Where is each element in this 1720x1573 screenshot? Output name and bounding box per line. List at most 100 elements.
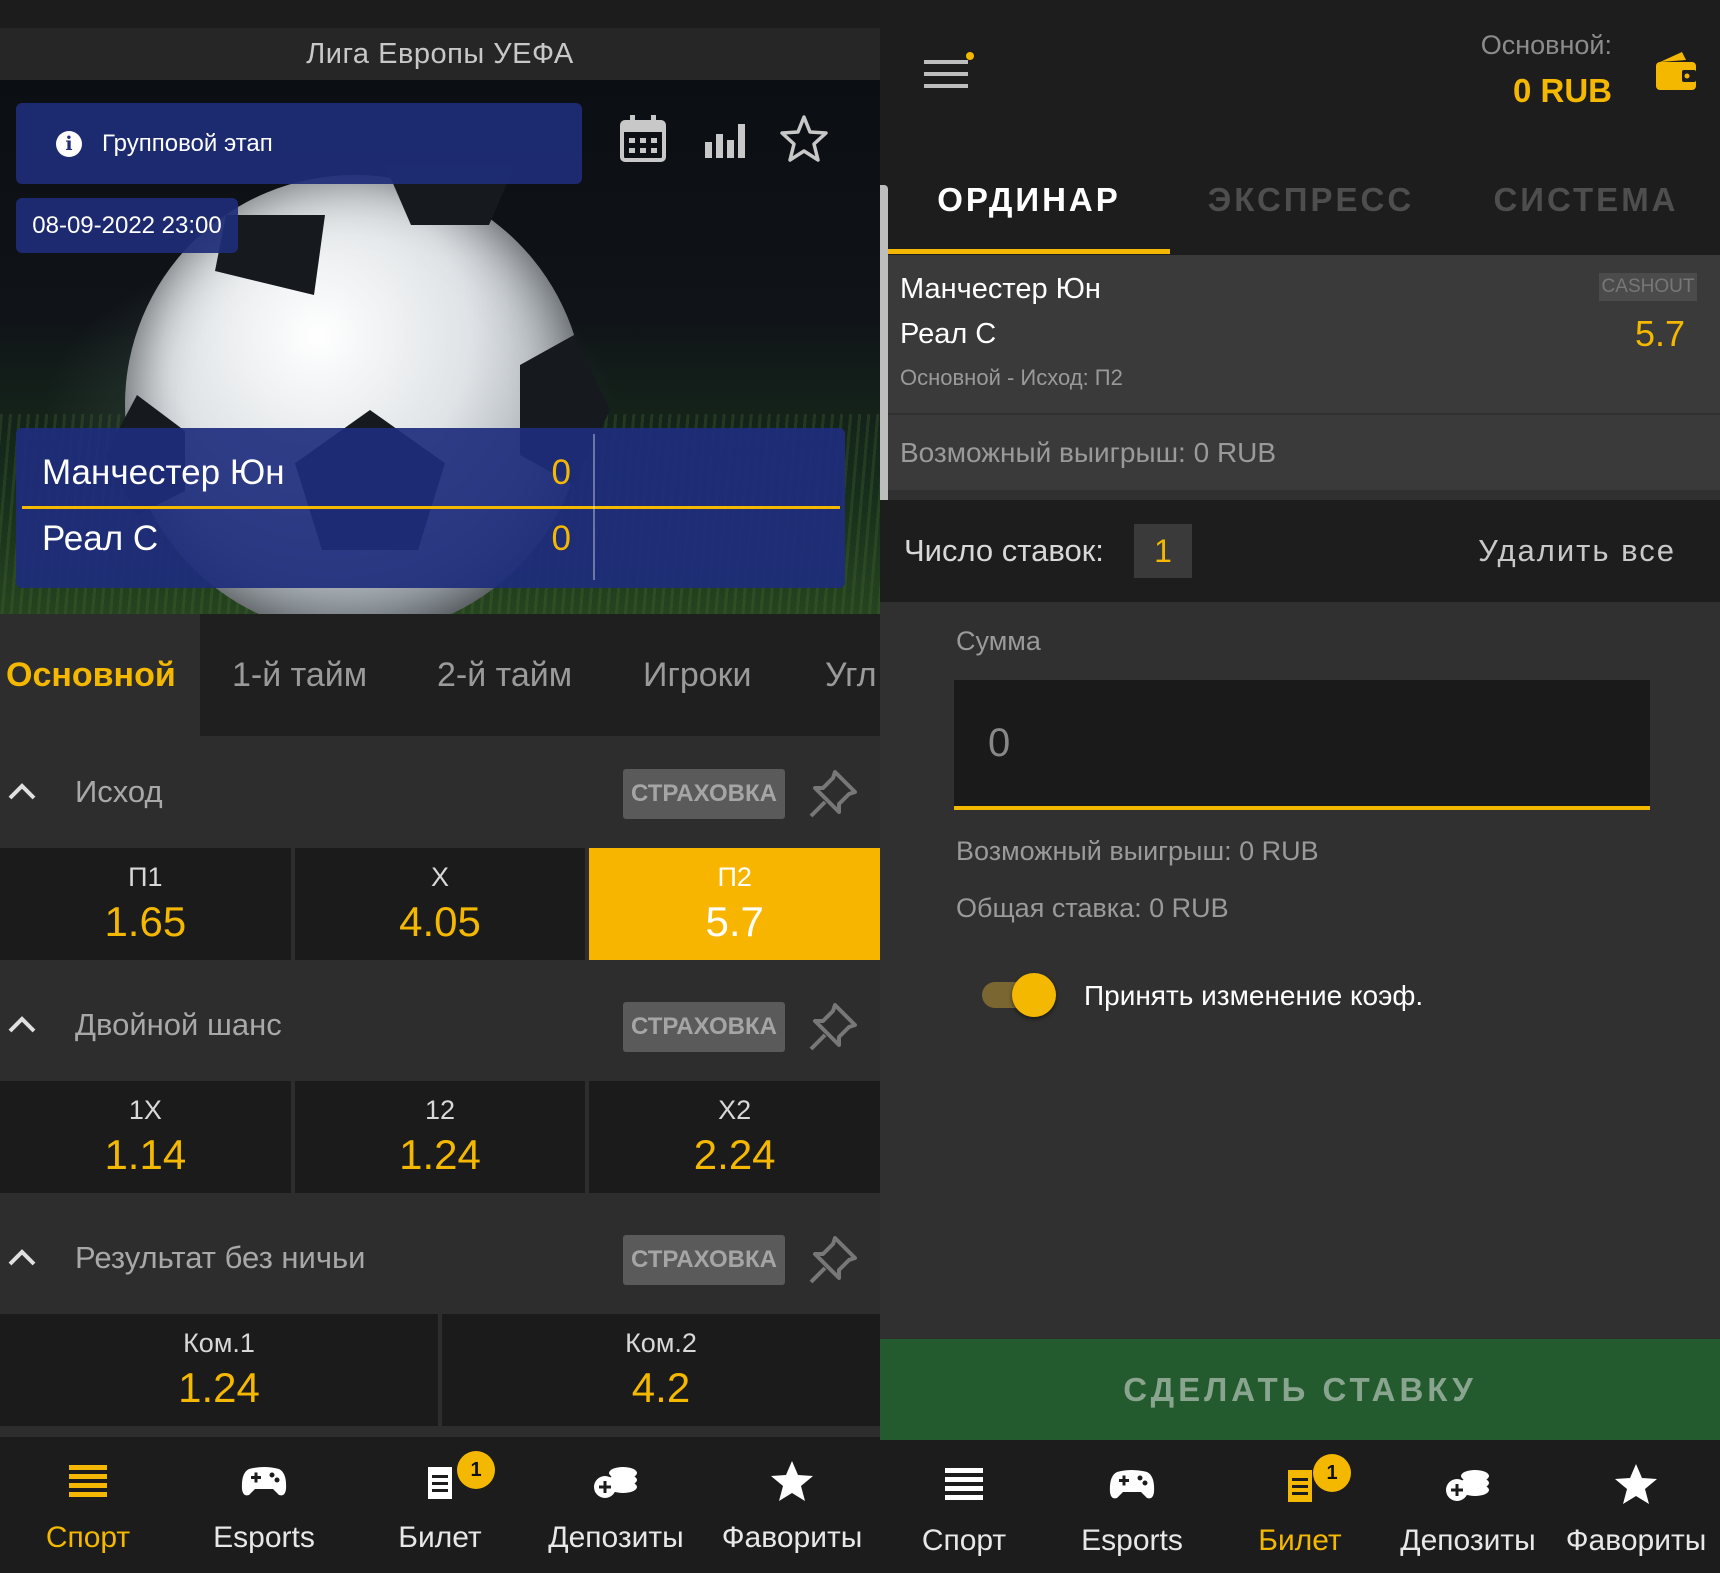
bet-team-away: Реал С [900, 318, 997, 350]
bet-team-home: Манчестер Юн [900, 273, 1101, 305]
insurance-button[interactable]: СТРАХОВКА [623, 769, 785, 819]
nav-esports[interactable]: Esports [1048, 1440, 1216, 1573]
insurance-button[interactable]: СТРАХОВКА [623, 1002, 785, 1052]
tab-main[interactable]: Основной [0, 614, 200, 736]
balance-value: 0 RUB [1512, 72, 1612, 109]
league-title: Лига Европы УЕФА [0, 28, 880, 80]
market-title: Результат без ничьи [75, 1240, 366, 1275]
favorite-star-icon[interactable] [777, 112, 831, 166]
team-name: Манчестер Юн [42, 453, 285, 492]
team-score: 0 [551, 453, 571, 492]
nav-favorites[interactable]: Фавориты [704, 1437, 880, 1573]
stage-info[interactable]: i Групповой этап [16, 103, 582, 184]
chevron-up-icon[interactable] [4, 1240, 40, 1276]
bet-item[interactable]: Манчестер Юн Реал С Основной - Исход: П2… [880, 255, 1720, 413]
pin-icon[interactable] [805, 766, 861, 822]
stake-input[interactable] [954, 680, 1650, 810]
market-header-draw-no-bet[interactable]: Результат без ничьи СТРАХОВКА [0, 1202, 880, 1314]
stats-icon[interactable] [697, 112, 751, 166]
menu-icon[interactable] [922, 52, 982, 92]
nav-label: Esports [213, 1521, 315, 1554]
bet-slip-panel: Основной: 0 RUB ОРДИНАР ЭКСПРЕСС СИСТЕМА… [880, 0, 1720, 1573]
nav-sport[interactable]: Спорт [880, 1440, 1048, 1573]
market-tabs: Основной 1-й тайм 2-й тайм Игроки Угл [0, 614, 880, 736]
calendar-icon[interactable] [616, 112, 670, 166]
odd-value: 1.24 [178, 1364, 260, 1411]
odd-button-x2[interactable]: X2 2.24 [589, 1081, 880, 1193]
pin-icon[interactable] [805, 999, 861, 1055]
list-icon [945, 1468, 983, 1500]
coins-icon [594, 1467, 637, 1498]
odd-value: 1.14 [104, 1131, 187, 1178]
odd-button-1x[interactable]: 1X 1.14 [0, 1081, 295, 1193]
bet-count-bar: Число ставок: 1 Удалить все [880, 500, 1720, 602]
star-icon [1615, 1464, 1657, 1504]
nav-deposits[interactable]: Депозиты [528, 1437, 704, 1573]
nav-label: Фавориты [721, 1521, 863, 1554]
odd-button-x[interactable]: X 4.05 [294, 848, 590, 960]
delete-all-button[interactable]: Удалить все [1478, 500, 1676, 602]
nav-label: Билет [1258, 1524, 1342, 1557]
nav-deposits[interactable]: Депозиты [1384, 1440, 1552, 1573]
odds-row-double-chance: 1X 1.14 12 1.24 X2 2.24 [0, 1081, 880, 1193]
balance-label: Основной: [1480, 30, 1612, 60]
market-title: Исход [75, 774, 163, 809]
total-stake: Общая ставка: 0 RUB [956, 893, 1229, 923]
odd-button-12[interactable]: 12 1.24 [294, 1081, 590, 1193]
gamepad-icon [241, 1467, 287, 1496]
gamepad-icon [1109, 1470, 1155, 1499]
tab-single[interactable]: ОРДИНАР [888, 150, 1170, 255]
ticket-count-badge: 1 [457, 1451, 495, 1489]
pin-icon[interactable] [805, 1232, 861, 1288]
accept-odds-change-label: Принять изменение коэф. [1084, 980, 1424, 1011]
stake-label: Сумма [956, 626, 1041, 656]
tab-first-half[interactable]: 1-й тайм [232, 614, 367, 736]
tab-express[interactable]: ЭКСПРЕСС [1170, 150, 1452, 255]
nav-label: Билет [398, 1521, 482, 1554]
team-name: Реал С [42, 519, 159, 558]
bet-odds: 5.7 [1634, 313, 1686, 354]
tab-players[interactable]: Игроки [643, 614, 752, 736]
nav-favorites[interactable]: Фавориты [1552, 1440, 1720, 1573]
swipe-handle[interactable] [880, 185, 888, 507]
odd-button-team1[interactable]: Ком.1 1.24 [0, 1314, 442, 1426]
nav-label: Спорт [45, 1521, 131, 1554]
market-header-outcome[interactable]: Исход СТРАХОВКА [0, 736, 880, 848]
odd-button-team2[interactable]: Ком.2 4.2 [442, 1314, 880, 1426]
tab-second-half[interactable]: 2-й тайм [437, 614, 572, 736]
nav-ticket[interactable]: 1 Билет [1216, 1440, 1384, 1573]
odd-button-p1[interactable]: П1 1.65 [0, 848, 295, 960]
nav-ticket[interactable]: 1 Билет [352, 1437, 528, 1573]
odd-value: 4.2 [631, 1364, 691, 1411]
accept-odds-change-toggle[interactable] [982, 973, 1056, 1017]
bottom-navigation: Спорт Esports 1 Билет Депозиты Фавориты [0, 1437, 880, 1573]
odd-value: 1.24 [399, 1131, 481, 1178]
insurance-button[interactable]: СТРАХОВКА [623, 1235, 785, 1285]
nav-sport[interactable]: Спорт [0, 1437, 176, 1573]
event-datetime: 08-09-2022 23:00 [16, 198, 238, 253]
team-row-home: Манчестер Юн 0 [16, 438, 591, 508]
bet-possible-win: Возможный выигрыш: 0 RUB [880, 415, 1720, 490]
odd-value: 4.05 [399, 898, 481, 945]
bet-count-value: 1 [1134, 524, 1192, 578]
scoreboard: Манчестер Юн 0 Реал С 0 [16, 428, 845, 588]
status-strip [0, 0, 880, 28]
place-bet-button[interactable]: СДЕЛАТЬ СТАВКУ [880, 1339, 1720, 1440]
possible-win-summary: Возможный выигрыш: 0 RUB [956, 836, 1319, 866]
nav-label: Esports [1081, 1524, 1183, 1557]
nav-esports[interactable]: Esports [176, 1437, 352, 1573]
nav-label: Спорт [921, 1524, 1007, 1557]
odd-button-p2-selected[interactable]: П2 5.7 [589, 848, 880, 960]
tab-corners[interactable]: Угл [825, 614, 877, 736]
odd-value: 1.65 [104, 898, 187, 945]
chevron-up-icon[interactable] [4, 1007, 40, 1043]
wallet-icon[interactable] [1652, 48, 1700, 96]
tab-system[interactable]: СИСТЕМА [1452, 150, 1720, 255]
market-title: Двойной шанс [75, 1007, 282, 1042]
odd-label: П2 [717, 862, 752, 892]
odd-label: 1X [128, 1095, 162, 1125]
bet-type-tabs: ОРДИНАР ЭКСПРЕСС СИСТЕМА [880, 150, 1720, 255]
market-header-double-chance[interactable]: Двойной шанс СТРАХОВКА [0, 969, 880, 1081]
chevron-up-icon[interactable] [4, 774, 40, 810]
list-icon [69, 1465, 107, 1497]
